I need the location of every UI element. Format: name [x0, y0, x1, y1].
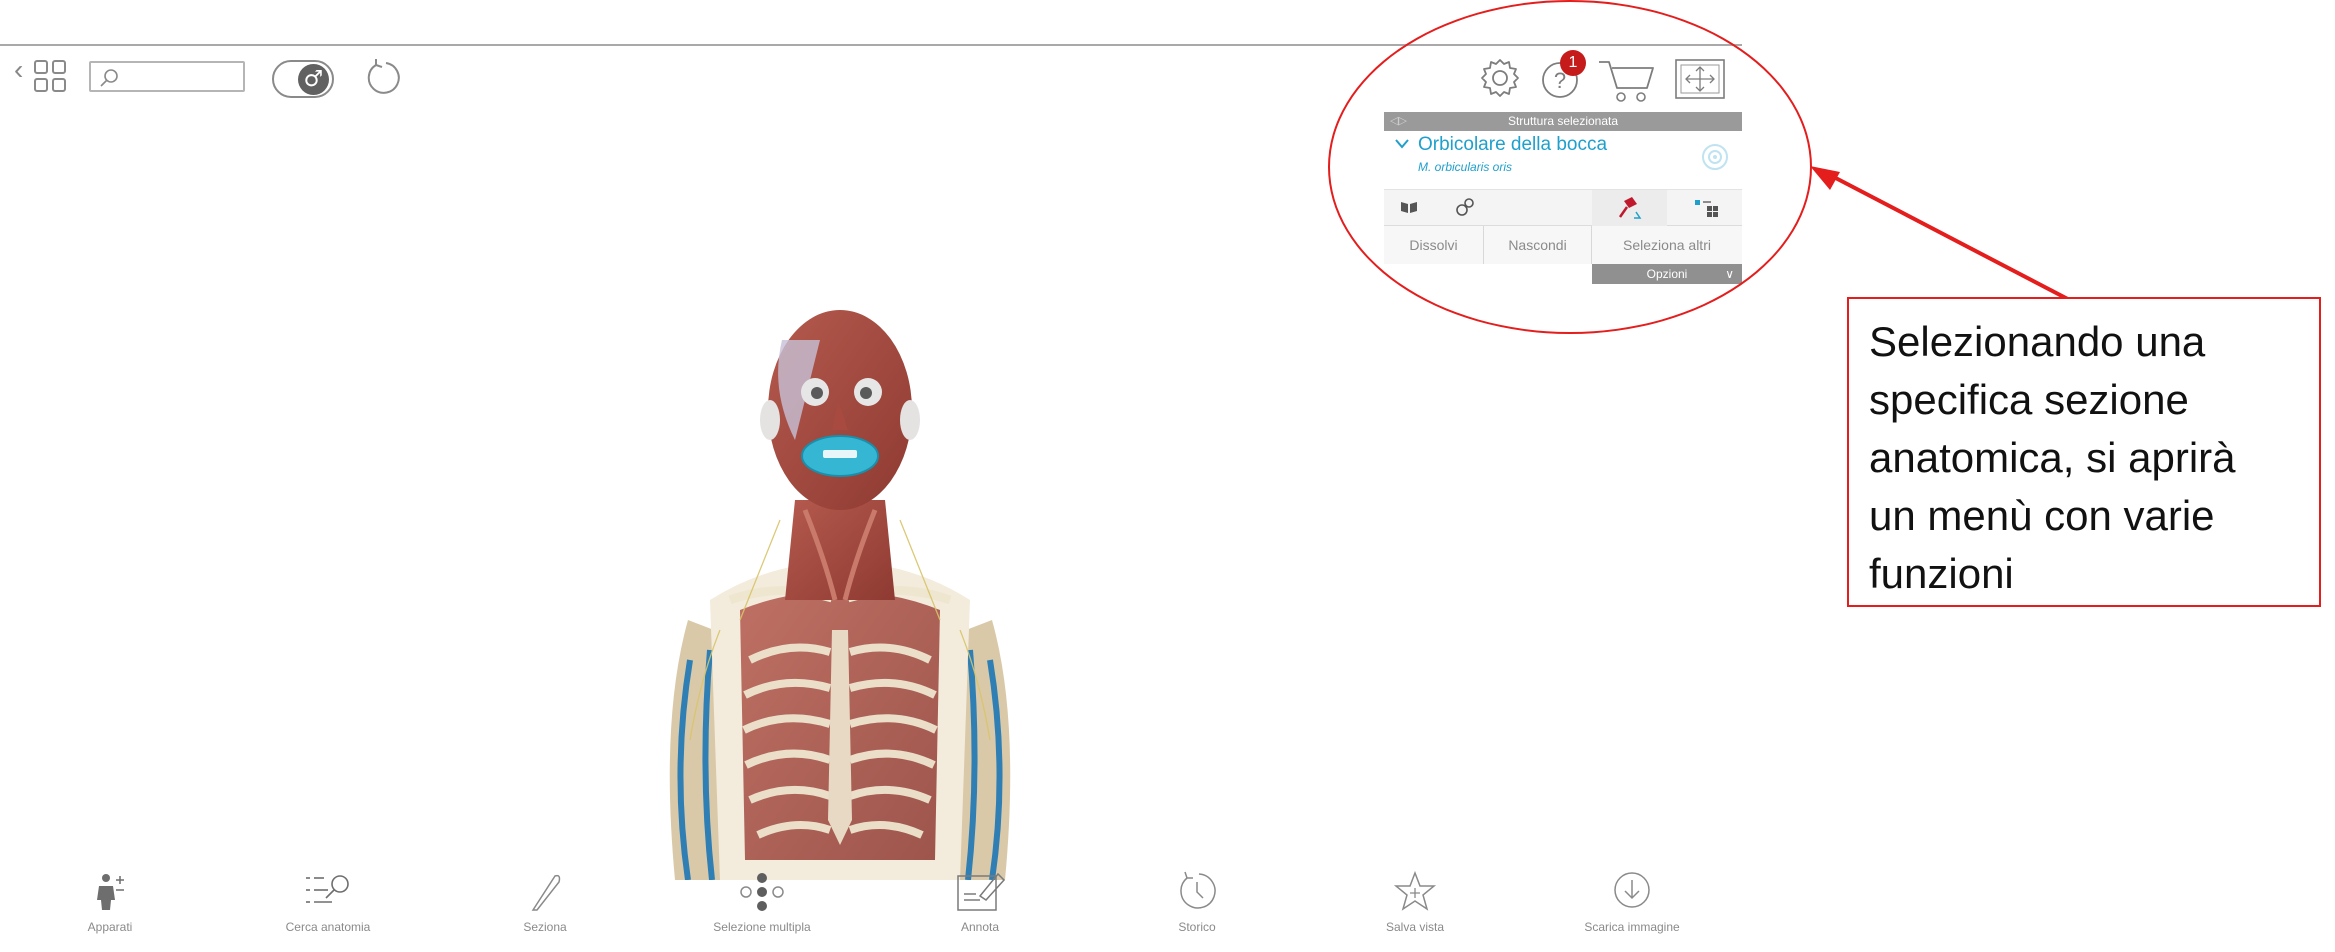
callout-line: un menù con varie [1869, 492, 2215, 539]
search-icon [100, 69, 118, 87]
tool-label: Salva vista [1385, 920, 1445, 934]
tool-apparati[interactable]: Apparati [30, 870, 190, 952]
tool-salva-vista[interactable]: Salva vista [1335, 870, 1495, 952]
callout-line: funzioni [1869, 550, 2014, 597]
annotate-icon [957, 872, 1006, 911]
tool-scarica-immagine[interactable]: Scarica immagine [1552, 870, 1712, 952]
male-symbol-icon: ♂ [298, 64, 329, 95]
rotate-icon[interactable] [362, 56, 404, 98]
tool-label: Scarica immagine [1584, 920, 1680, 934]
star-icon [1393, 870, 1437, 911]
anatomy-3d-model[interactable] [620, 300, 1060, 880]
grid-icon[interactable] [34, 60, 68, 96]
chevron-left-icon[interactable]: ‹ [14, 56, 30, 84]
tool-label: Selezione multipla [713, 920, 811, 934]
tool-label: Seziona [523, 920, 567, 934]
gender-toggle[interactable]: ♂ [272, 60, 334, 98]
highlight-ellipse [1328, 0, 1812, 334]
download-icon [1614, 872, 1650, 908]
callout-line: specifica sezione [1869, 376, 2189, 423]
body-systems-icon [97, 874, 124, 910]
tool-label: Apparati [87, 920, 133, 934]
tool-cerca-anatomia[interactable]: Cerca anatomia [248, 870, 408, 952]
tool-storico[interactable]: Storico [1117, 870, 1277, 952]
tool-selezione-multipla[interactable]: Selezione multipla [682, 870, 842, 952]
tool-label: Cerca anatomia [285, 920, 371, 934]
tool-label: Storico [1178, 920, 1216, 934]
tool-annota[interactable]: Annota [900, 870, 1060, 952]
tool-label: Annota [960, 920, 1000, 934]
search-list-icon [306, 875, 349, 903]
callout-box: Selezionando una specifica sezione anato… [1847, 297, 2321, 607]
search-input[interactable] [125, 66, 240, 88]
multi-select-icon [740, 873, 784, 911]
search-field[interactable] [89, 61, 245, 92]
tool-seziona[interactable]: Seziona [465, 870, 625, 952]
callout-line: anatomica, si aprirà [1869, 434, 2236, 481]
scalpel-icon [531, 874, 561, 911]
app-window: ‹ ♂ ? 1 ◁▷ Struttura selezionata Orbicol… [0, 0, 2335, 952]
callout-arrow [1810, 166, 2086, 310]
callout-line: Selezionando una [1869, 318, 2206, 365]
bottom-toolbar: Apparati Cerca anatomia Seziona Selezion… [0, 870, 1742, 952]
history-icon [1180, 871, 1216, 909]
